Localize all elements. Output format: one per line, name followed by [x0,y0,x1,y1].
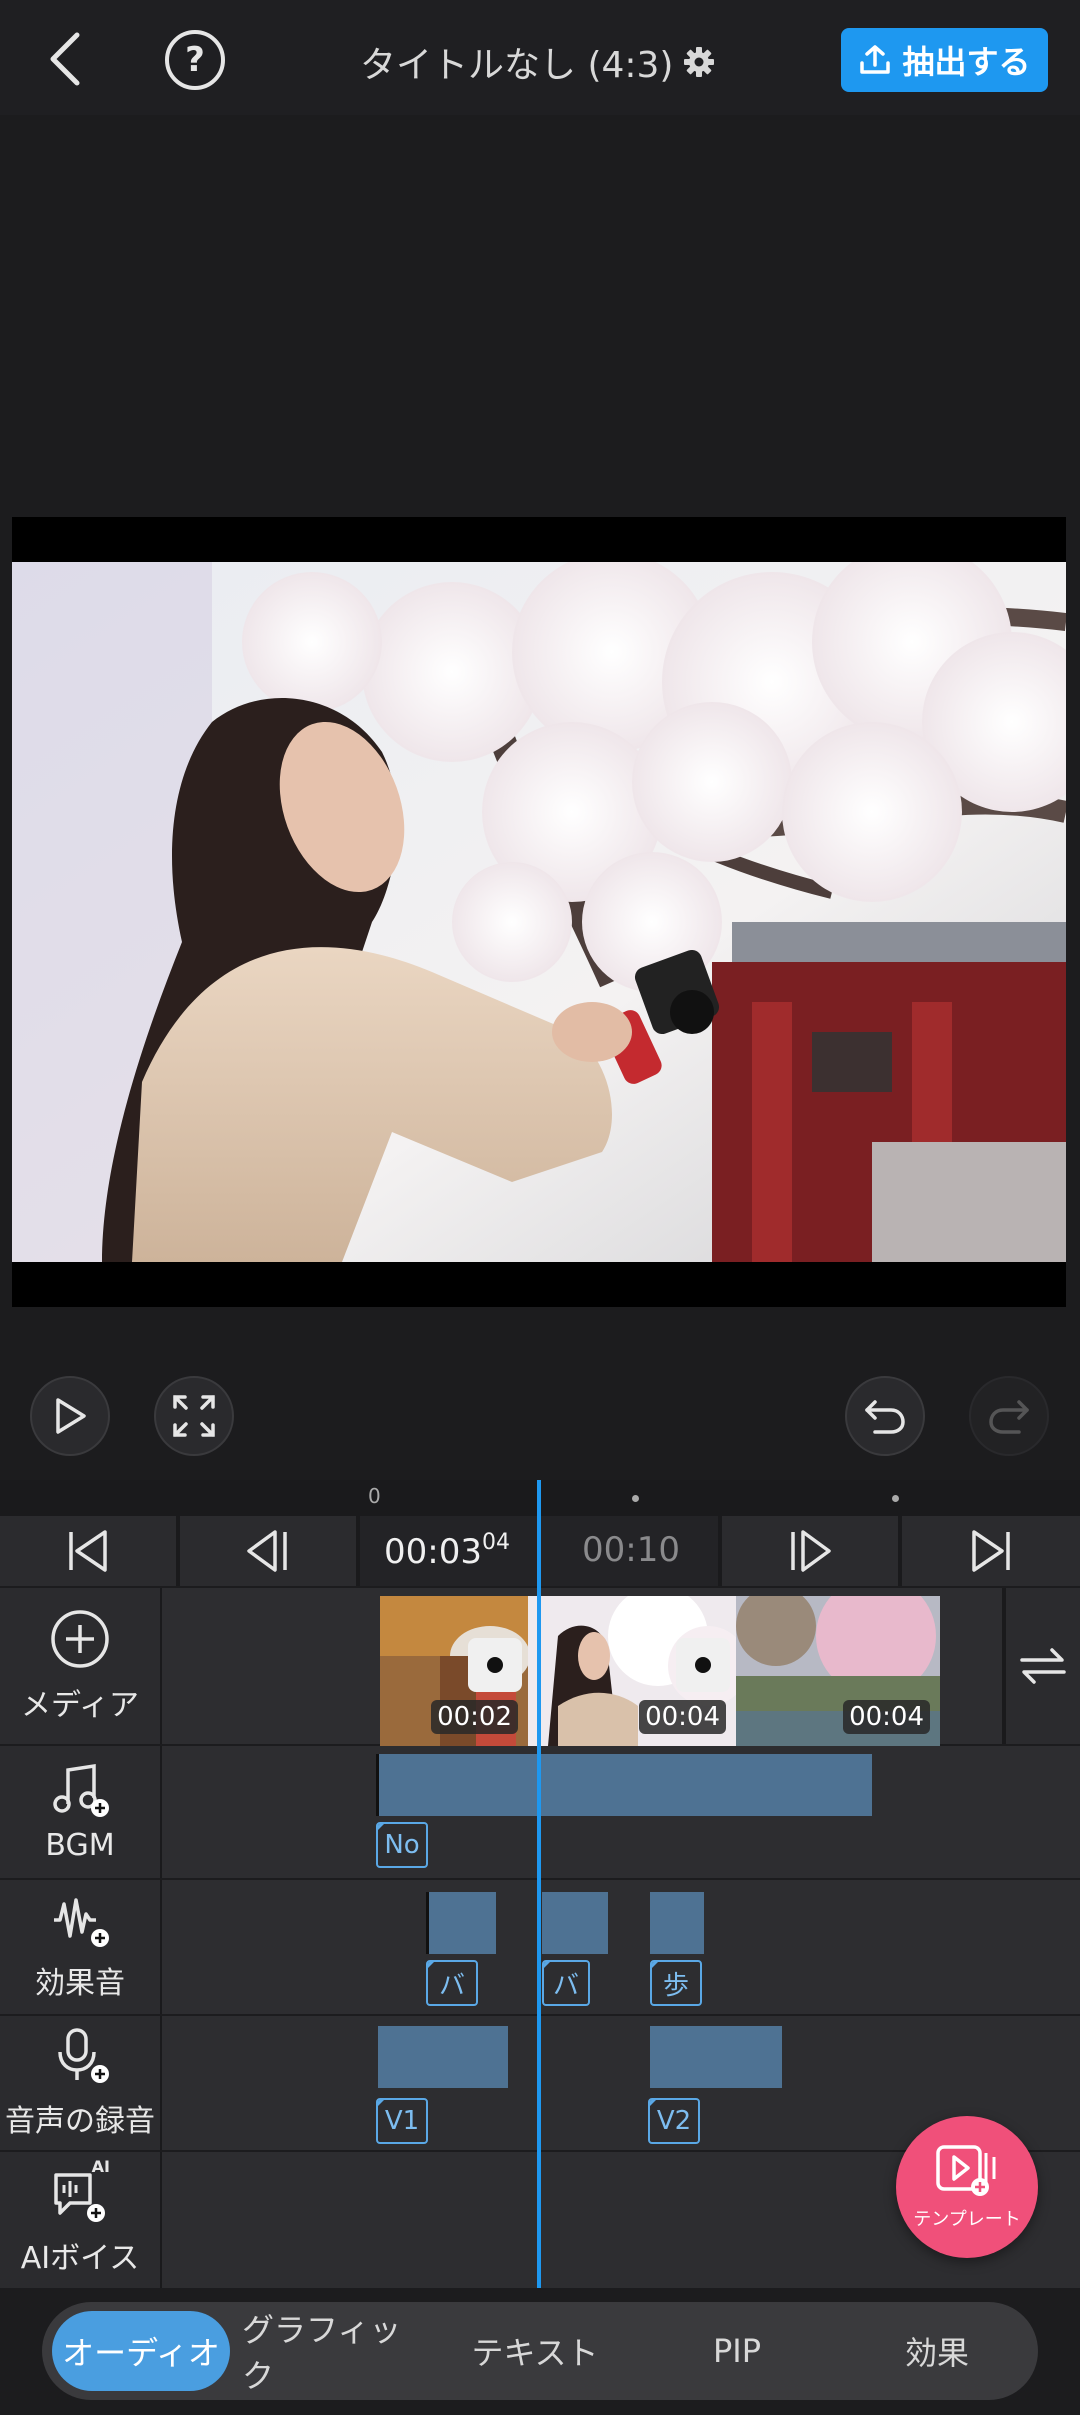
media-clip-3[interactable]: 00:04 [736,1596,940,1746]
clip-edge [426,1892,429,1954]
waveform-plus-icon [54,1898,109,1947]
media-label: メディア [21,1688,139,1723]
sfx-clip-tag[interactable]: バ [542,1960,590,2006]
project-title[interactable]: タイトルなし (4:3) [360,36,715,88]
clip-duration: 00:04 [843,1700,930,1734]
fullscreen-button[interactable] [154,1376,234,1456]
next-frame-button[interactable] [722,1516,898,1586]
transition-button[interactable] [468,1638,522,1692]
clip-edge [376,1754,379,1816]
template-label: テンプレート [913,2209,1021,2230]
music-note-plus-icon [53,1763,109,1817]
ruler-tick [892,1495,899,1502]
ai-voice-label: AIボイス [20,2241,140,2276]
video-frame-image [12,562,1066,1262]
tab-pip[interactable]: PIP [642,2311,832,2391]
sfx-label: 効果音 [35,1966,125,2001]
help-icon: ? [185,40,205,80]
category-tabs: オーディオ グラフィック テキスト PIP 効果 [42,2302,1038,2400]
sfx-clip-tag[interactable]: 歩 [650,1960,702,2006]
video-preview[interactable] [12,517,1066,1307]
playhead[interactable] [537,1480,541,2302]
transition-icon [695,1657,711,1673]
play-button[interactable] [30,1376,110,1456]
bgm-lane[interactable]: No [162,1746,1080,1878]
sfx-clip-3[interactable] [650,1892,704,1954]
skip-end-icon [972,1530,1010,1572]
ruler-tick [632,1495,639,1502]
help-button[interactable]: ? [165,30,225,90]
export-label: 抽出する [902,43,1031,81]
jump-to-start-button[interactable] [0,1516,176,1586]
ai-badge: AI [91,2157,110,2176]
top-bar: ? タイトルなし (4:3) 抽出する [0,0,1080,115]
preview-area [0,115,1080,1480]
tab-text[interactable]: テキスト [440,2311,630,2391]
tab-audio[interactable]: オーディオ [52,2311,230,2391]
voice-label: 音声の録音 [5,2104,155,2139]
voice-clip-1[interactable] [378,2026,508,2088]
add-media-button[interactable]: メディア [0,1588,160,1744]
bottom-tab-bar: オーディオ グラフィック テキスト PIP 効果 [0,2288,1080,2415]
tab-effects[interactable]: 効果 [842,2311,1032,2391]
step-back-icon [247,1530,287,1572]
fullscreen-icon [173,1395,215,1437]
bgm-clip-tag[interactable]: No [376,1822,428,1868]
sfx-clip-2[interactable] [542,1892,608,1954]
gear-icon[interactable] [683,46,715,78]
skip-start-icon [69,1530,107,1572]
project-title-text: タイトルなし (4:3) [360,45,674,86]
transition-icon [487,1657,503,1673]
swap-tracks-button[interactable] [1006,1588,1080,1744]
redo-icon [989,1400,1029,1434]
video-editor-screen: ? タイトルなし (4:3) 抽出する 0 00:0304 00:10 メディア… [0,0,1080,2415]
media-lane[interactable]: 00:02 00:04 00:04 [162,1588,1080,1746]
microphone-plus-icon [58,2028,109,2083]
upload-icon [860,45,891,74]
step-forward-icon [791,1530,831,1572]
prev-frame-button[interactable] [180,1516,356,1586]
video-template-icon [936,2145,996,2196]
clip-duration: 00:04 [639,1700,726,1734]
record-voice-button[interactable]: 音声の録音 [0,2016,160,2150]
bgm-clip[interactable] [378,1754,872,1816]
ai-voice-icon: AI [50,2157,110,2223]
current-time: 00:0304 [384,1530,510,1572]
back-button[interactable] [30,24,100,94]
chevron-left-icon [50,32,80,86]
swap-icon [1020,1648,1066,1684]
add-sfx-button[interactable]: 効果音 [0,1880,160,2014]
clip-duration: 00:02 [431,1700,518,1734]
sfx-clip-tag[interactable]: バ [426,1960,478,2006]
voice-clip-2[interactable] [650,2026,782,2088]
template-button[interactable]: テンプレート [896,2116,1038,2258]
ruler-zero-label: 0 [368,1484,381,1508]
bgm-label: BGM [45,1827,115,1863]
undo-icon [865,1400,905,1434]
play-icon [56,1398,86,1434]
plus-circle-icon [51,1610,109,1668]
jump-to-end-button[interactable] [902,1516,1080,1586]
redo-button[interactable] [969,1376,1049,1456]
transition-button[interactable] [676,1638,730,1692]
export-button[interactable]: 抽出する [841,28,1048,92]
undo-button[interactable] [845,1376,925,1456]
voice-clip-tag[interactable]: V2 [648,2098,700,2144]
voice-clip-tag[interactable]: V1 [376,2098,428,2144]
sfx-clip-1[interactable] [428,1892,496,1954]
sfx-lane[interactable]: バ バ 歩 [162,1880,1080,2014]
total-time: 00:10 [582,1530,680,1570]
add-bgm-button[interactable]: BGM [0,1746,160,1878]
tab-graphics[interactable]: グラフィック [242,2311,432,2395]
add-ai-voice-button[interactable]: AI AIボイス [0,2152,160,2288]
